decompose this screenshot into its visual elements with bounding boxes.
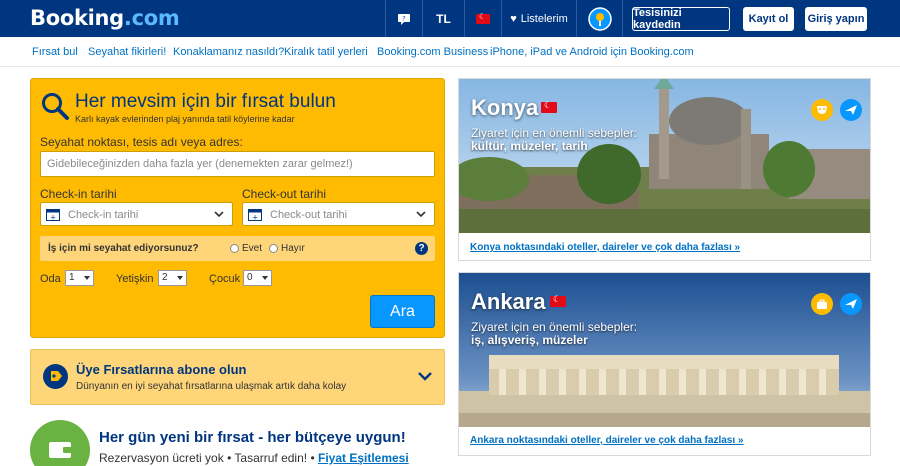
children-select[interactable]: 0	[243, 270, 272, 286]
checkout-label: Check-out tarihi	[242, 187, 327, 201]
member-deals-title: Üye Fırsatlarına abone olun	[76, 362, 247, 377]
rooms-select[interactable]: 1	[65, 270, 94, 286]
daily-deal-title: Her gün yeni bir fırsat - her bütçeye uy…	[99, 429, 406, 446]
destination-card-konya[interactable]: Konya Ziyaret için en önemli sebepler: k…	[458, 78, 871, 261]
calendar-icon: +	[46, 209, 60, 222]
turkey-flag-icon	[541, 100, 557, 113]
konya-tags: kültür, müzeler, tarih	[471, 139, 588, 153]
search-subtitle: Karlı kayak evlerinden plaj yanında tati…	[75, 114, 295, 124]
search-icon	[42, 93, 69, 120]
children-value: 0	[247, 272, 253, 283]
business-travel-row: İş için mi seyahat ediyorsunuz? Evet Hay…	[40, 236, 435, 261]
member-deals-icon	[43, 364, 68, 389]
search-button[interactable]: Ara	[370, 295, 435, 328]
wallet-icon	[30, 420, 90, 466]
business-no-label: Hayır	[281, 243, 305, 254]
sign-in-button[interactable]: Giriş yapın	[805, 7, 867, 31]
turkey-flag-icon: ☾	[476, 12, 490, 24]
adults-label: Yetişkin	[116, 273, 154, 285]
dropdown-arrow-icon	[84, 276, 90, 280]
business-question: İş için mi seyahat ediyorsunuz?	[48, 243, 199, 254]
subnav-deals[interactable]: Fırsat bul	[32, 46, 78, 58]
member-deals-subtitle: Dünyanın en iyi seyahat fırsatlarına ula…	[76, 381, 347, 392]
business-yes-label: Evet	[242, 243, 263, 254]
location-pin-icon	[587, 6, 612, 31]
svg-text:?: ?	[402, 15, 405, 22]
konya-hotels-link[interactable]: Konya noktasındaki oteller, daireler ve …	[470, 242, 740, 253]
tag-icon	[51, 371, 62, 381]
ankara-why-label: Ziyaret için en önemli sebepler:	[471, 320, 638, 334]
save-text: Tasarruf edin!	[234, 451, 308, 465]
chat-button[interactable]: ?	[385, 0, 422, 37]
no-booking-fee-text: Rezervasyon ücreti yok	[99, 451, 224, 465]
wishlist-label: Listelerim	[520, 12, 568, 25]
city-title-ankara: Ankara	[471, 289, 546, 314]
price-match-link[interactable]: Fiyat Eşitlemesi	[318, 451, 409, 465]
checkin-placeholder: Check-in tarihi	[68, 209, 139, 221]
register-property-button[interactable]: Tesisinizi kaydedin	[632, 7, 730, 31]
business-badge-icon[interactable]	[811, 293, 833, 315]
currency-label: TL	[436, 11, 451, 26]
chevron-down-icon[interactable]	[418, 371, 432, 381]
subnav-vacation-rentals[interactable]: Kiralık tatil yerleri	[284, 46, 368, 58]
top-bar: Booking.com ? TL ☾ ♥ Listelerim Tesisini…	[0, 0, 900, 37]
wishlist-button[interactable]: ♥ Listelerim	[501, 0, 576, 37]
daily-deal-subtitle: Rezervasyon ücreti yok • Tasarruf edin! …	[99, 451, 409, 465]
separator: •	[310, 451, 315, 465]
dropdown-arrow-icon	[262, 276, 268, 280]
help-icon[interactable]: ?	[415, 242, 428, 255]
search-box: Her mevsim için bir fırsat bulun Karlı k…	[30, 78, 445, 338]
language-selector[interactable]: ☾	[464, 0, 501, 37]
register-button[interactable]: Kayıt ol	[743, 7, 794, 31]
subnav-reviews[interactable]: Konaklamanız nasıldı?	[173, 46, 284, 58]
subnav-mobile-apps[interactable]: iPhone, iPad ve Android için Booking.com	[490, 46, 694, 58]
booking-logo[interactable]: Booking.com	[30, 6, 180, 30]
adults-select[interactable]: 2	[158, 270, 187, 286]
subnav-travel-ideas[interactable]: Seyahat fikirleri!	[88, 46, 166, 58]
rooms-label: Oda	[40, 273, 61, 285]
search-title: Her mevsim için bir fırsat bulun	[75, 91, 336, 112]
sub-navigation: Fırsat bul Seyahat fikirleri! Konaklaman…	[0, 37, 900, 67]
destination-card-ankara[interactable]: Ankara Ziyaret için en önemli sebepler: …	[458, 272, 871, 456]
checkin-field[interactable]: + Check-in tarihi	[40, 202, 233, 226]
checkin-label: Check-in tarihi	[40, 187, 117, 201]
separator: •	[227, 451, 232, 465]
rooms-value: 1	[69, 272, 75, 283]
heart-icon: ♥	[510, 12, 517, 25]
subnav-business[interactable]: Booking.com Business	[377, 46, 488, 58]
children-label: Çocuk	[209, 273, 241, 285]
destination-label: Seyahat noktası, tesis adı veya adres:	[40, 135, 243, 149]
currency-selector[interactable]: TL	[422, 0, 464, 37]
checkout-placeholder: Check-out tarihi	[270, 209, 348, 221]
ankara-hotels-link[interactable]: Ankara noktasındaki oteller, daireler ve…	[470, 435, 743, 446]
member-deals-banner[interactable]: Üye Fırsatlarına abone olun Dünyanın en …	[30, 349, 445, 405]
svg-text:+: +	[50, 214, 56, 222]
flight-badge-icon[interactable]	[840, 293, 862, 315]
chevron-down-icon	[416, 211, 426, 218]
calendar-icon: +	[248, 209, 262, 222]
dropdown-arrow-icon	[177, 276, 183, 280]
genius-button[interactable]	[576, 0, 622, 37]
turkey-flag-icon	[550, 294, 566, 307]
culture-badge-icon[interactable]	[811, 99, 833, 121]
city-title-konya: Konya	[471, 95, 539, 120]
flight-badge-icon[interactable]	[840, 99, 862, 121]
svg-text:+: +	[252, 214, 258, 222]
business-no-radio[interactable]	[269, 244, 278, 253]
business-yes-radio[interactable]	[230, 244, 239, 253]
adults-value: 2	[162, 272, 168, 283]
chat-icon: ?	[398, 13, 410, 25]
checkout-field[interactable]: + Check-out tarihi	[242, 202, 435, 226]
destination-input[interactable]	[40, 151, 435, 177]
ankara-tags: iş, alışveriş, müzeler	[471, 333, 588, 347]
chevron-down-icon	[214, 211, 224, 218]
konya-why-label: Ziyaret için en önemli sebepler:	[471, 126, 638, 140]
